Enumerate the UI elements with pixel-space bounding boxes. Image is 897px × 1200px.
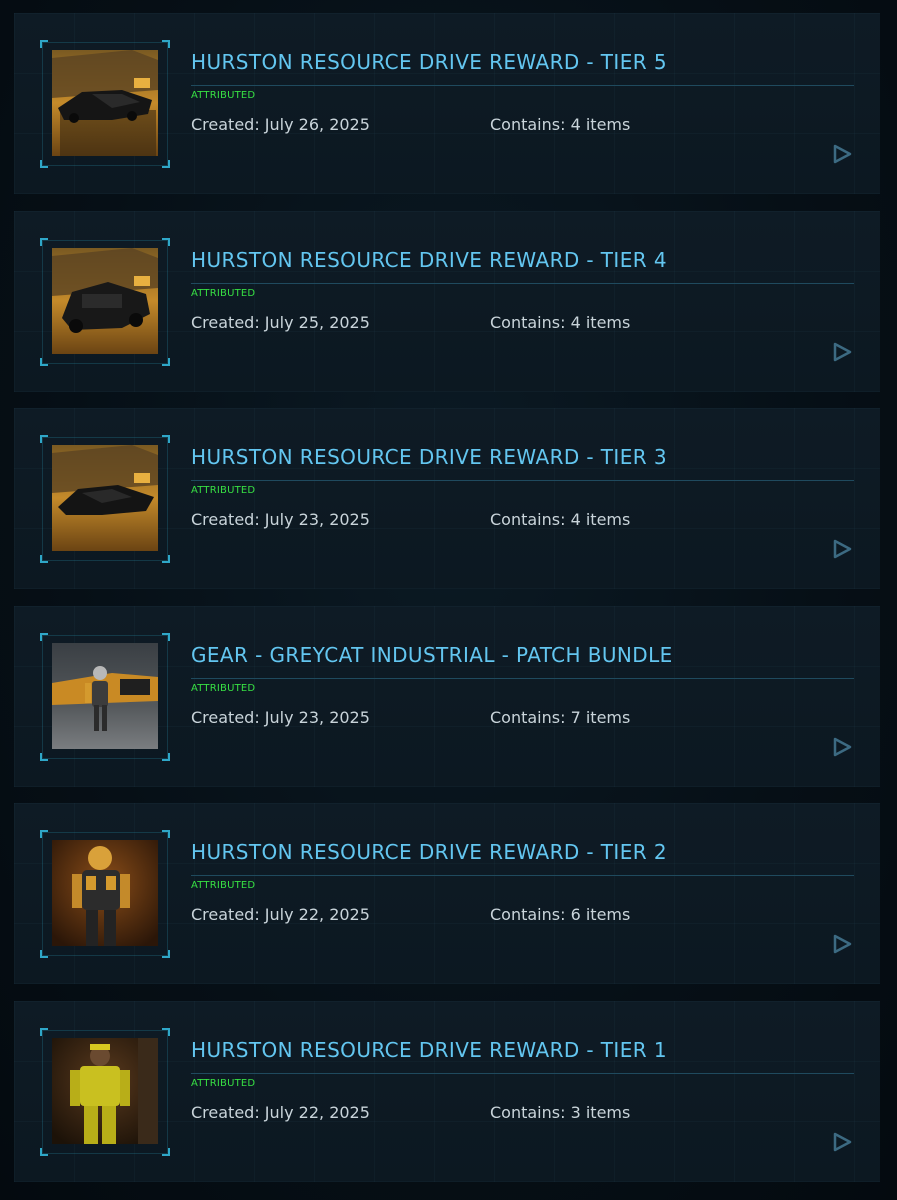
thumbnail-frame <box>40 435 170 564</box>
title-divider <box>191 85 854 86</box>
pledge-list: HURSTON RESOURCE DRIVE REWARD - TIER 5 A… <box>14 13 880 1199</box>
vehicle-thumbnail[interactable] <box>52 50 158 156</box>
title-divider <box>191 1072 854 1074</box>
list-item[interactable]: HURSTON RESOURCE DRIVE REWARD - TIER 4 A… <box>14 210 880 392</box>
item-title[interactable]: HURSTON RESOURCE DRIVE REWARD - TIER 1 <box>191 1038 667 1062</box>
created-date: Created: July 23, 2025 <box>191 707 370 727</box>
status-badge: ATTRIBUTED <box>191 287 256 299</box>
title-divider <box>191 282 854 284</box>
created-date: Created: July 22, 2025 <box>191 1102 370 1122</box>
item-title[interactable]: HURSTON RESOURCE DRIVE REWARD - TIER 2 <box>191 840 667 864</box>
vehicle-thumbnail[interactable] <box>52 247 158 354</box>
item-title[interactable]: HURSTON RESOURCE DRIVE REWARD - TIER 4 <box>191 248 667 272</box>
thumbnail-frame <box>40 830 170 959</box>
title-divider <box>191 875 854 877</box>
play-arrow-icon[interactable] <box>831 1131 853 1153</box>
thumbnail-frame <box>40 237 170 366</box>
thumbnail-frame <box>40 1027 170 1156</box>
play-arrow-icon[interactable] <box>831 538 853 560</box>
created-date: Created: July 25, 2025 <box>191 312 370 332</box>
status-badge: ATTRIBUTED <box>191 682 256 694</box>
list-item[interactable]: HURSTON RESOURCE DRIVE REWARD - TIER 1 A… <box>14 1000 880 1182</box>
item-title[interactable]: HURSTON RESOURCE DRIVE REWARD - TIER 5 <box>191 50 667 74</box>
play-arrow-icon[interactable] <box>831 933 853 955</box>
title-divider <box>191 677 854 679</box>
status-badge: ATTRIBUTED <box>191 880 256 892</box>
status-badge: ATTRIBUTED <box>191 1077 256 1089</box>
play-arrow-icon[interactable] <box>831 341 853 363</box>
list-item[interactable]: HURSTON RESOURCE DRIVE REWARD - TIER 2 A… <box>14 803 880 985</box>
item-count: Contains: 4 items <box>490 115 631 134</box>
character-thumbnail[interactable] <box>52 1037 158 1144</box>
created-date: Created: July 26, 2025 <box>191 115 370 134</box>
status-badge: ATTRIBUTED <box>191 485 256 497</box>
item-count: Contains: 4 items <box>490 510 631 530</box>
list-item[interactable]: GEAR - GREYCAT INDUSTRIAL - PATCH BUNDLE… <box>14 605 880 787</box>
vehicle-thumbnail[interactable] <box>52 445 158 552</box>
play-arrow-icon[interactable] <box>831 143 853 165</box>
item-count: Contains: 7 items <box>490 707 631 727</box>
character-thumbnail[interactable] <box>52 840 158 947</box>
item-count: Contains: 4 items <box>490 312 631 332</box>
play-arrow-icon[interactable] <box>831 736 853 758</box>
created-date: Created: July 22, 2025 <box>191 905 370 925</box>
list-item[interactable]: HURSTON RESOURCE DRIVE REWARD - TIER 5 A… <box>14 13 880 194</box>
thumbnail-frame <box>40 40 170 168</box>
character-thumbnail[interactable] <box>52 642 158 749</box>
created-date: Created: July 23, 2025 <box>191 510 370 530</box>
thumbnail-frame <box>40 632 170 761</box>
item-title[interactable]: GEAR - GREYCAT INDUSTRIAL - PATCH BUNDLE <box>191 643 673 667</box>
status-badge: ATTRIBUTED <box>191 90 256 101</box>
item-title[interactable]: HURSTON RESOURCE DRIVE REWARD - TIER 3 <box>191 445 667 469</box>
item-count: Contains: 6 items <box>490 905 631 925</box>
item-count: Contains: 3 items <box>490 1102 631 1122</box>
title-divider <box>191 480 854 482</box>
list-item[interactable]: HURSTON RESOURCE DRIVE REWARD - TIER 3 A… <box>14 408 880 590</box>
